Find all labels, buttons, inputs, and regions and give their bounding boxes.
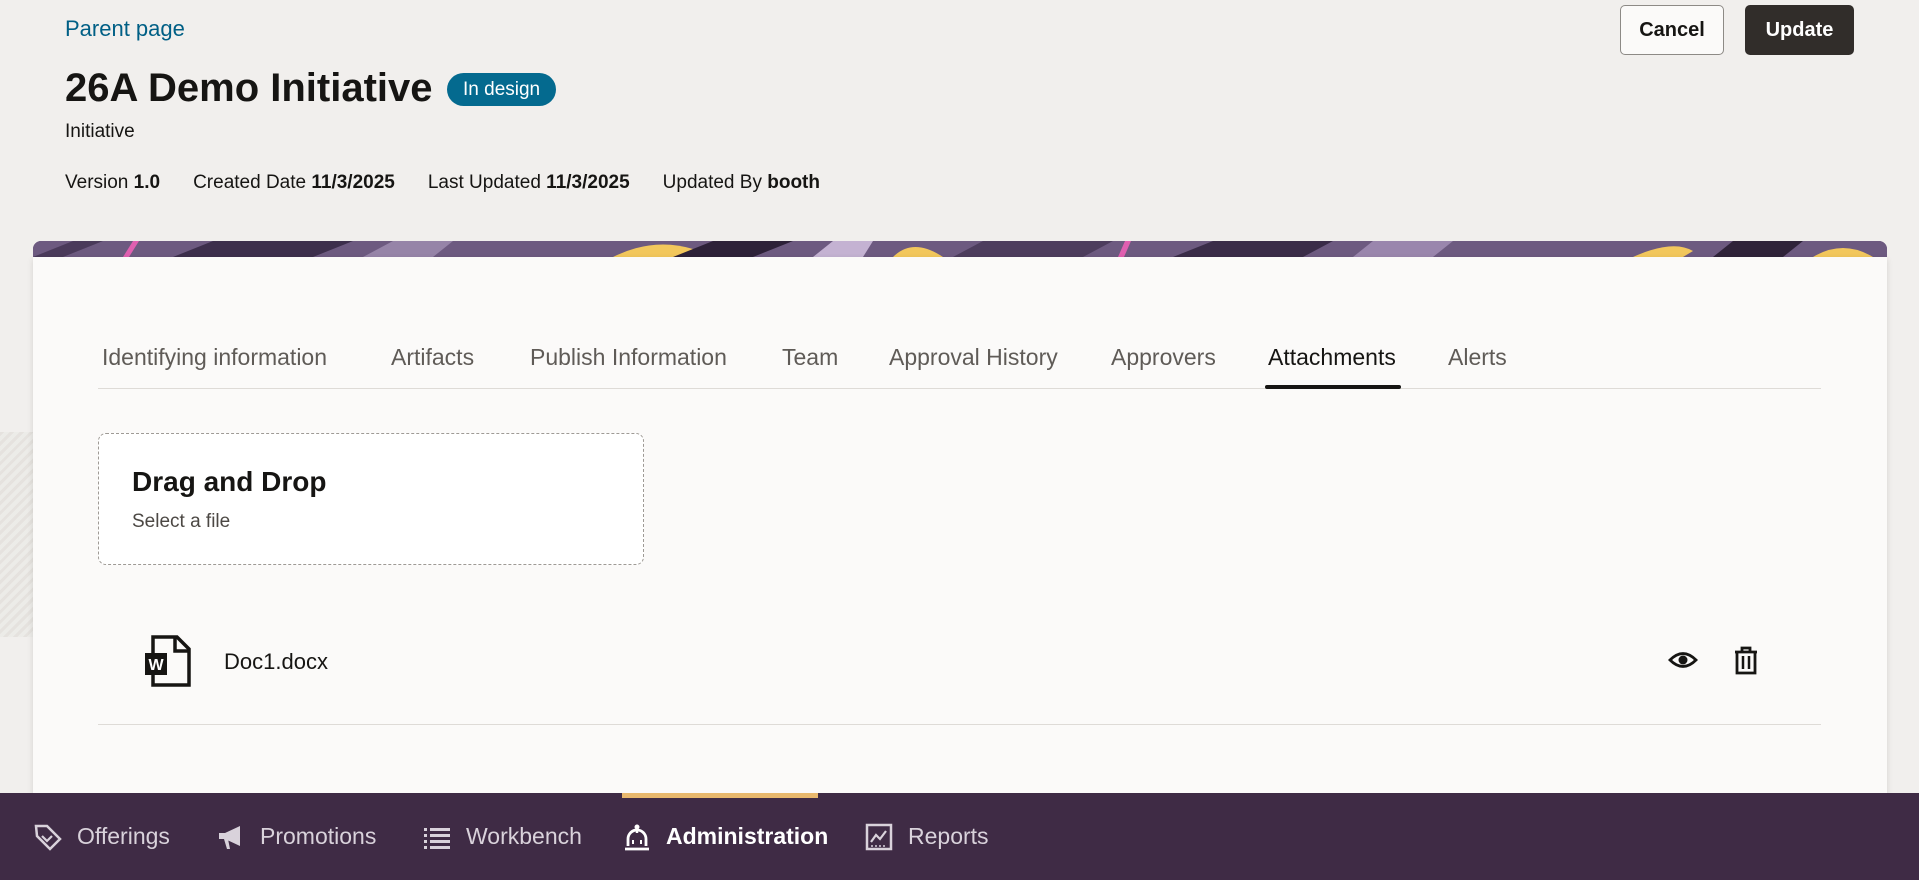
nav-reports[interactable]: Reports — [864, 793, 989, 880]
parent-page-link[interactable]: Parent page — [65, 16, 185, 42]
updated-label: Last Updated — [427, 172, 541, 193]
nav-offerings-label: Offerings — [77, 823, 170, 849]
report-icon — [865, 823, 893, 850]
tab-publish-information[interactable]: Publish Information — [530, 344, 727, 391]
megaphone-icon — [219, 825, 240, 849]
svg-text:W: W — [148, 657, 164, 674]
bottom-navigation: Offerings Promotions Workbench Administr… — [0, 793, 1919, 880]
dropzone-title: Drag and Drop — [132, 466, 327, 497]
tab-team[interactable]: Team — [782, 344, 838, 391]
tag-icon — [34, 824, 62, 851]
tab-attachments[interactable]: Attachments — [1268, 344, 1396, 391]
attachment-row: W Doc1.docx — [98, 625, 1821, 725]
page-title: 26A Demo Initiative — [65, 66, 433, 110]
update-button[interactable]: Update — [1745, 5, 1854, 55]
metadata-bar: Version 1.0 Created Date 11/3/2025 Last … — [65, 172, 820, 194]
nav-administration-label: Administration — [666, 823, 829, 849]
file-dropzone[interactable]: Drag and Drop Select a file — [98, 433, 644, 565]
active-tab-indicator — [1265, 385, 1401, 389]
nav-reports-label: Reports — [908, 823, 989, 849]
eye-icon[interactable] — [1668, 645, 1698, 675]
updated-by-value: booth — [767, 172, 820, 193]
version-label: Version — [65, 172, 129, 193]
updated-by-label: Updated By — [662, 172, 762, 193]
trash-icon[interactable] — [1731, 645, 1761, 675]
version-meta: Version 1.0 — [65, 172, 160, 194]
updated-meta: Last Updated 11/3/2025 — [428, 172, 630, 194]
page-subtitle: Initiative — [65, 121, 135, 142]
status-badge: In design — [447, 73, 557, 106]
nav-workbench[interactable]: Workbench — [422, 793, 582, 880]
nav-promotions-label: Promotions — [260, 823, 377, 849]
decorative-banner — [33, 241, 1887, 257]
admin-icon — [625, 824, 649, 850]
list-icon — [424, 827, 450, 849]
dropzone-select-file[interactable]: Select a file — [132, 511, 230, 533]
tab-approval-history[interactable]: Approval History — [889, 344, 1058, 391]
attachment-file-name[interactable]: Doc1.docx — [224, 649, 328, 675]
tab-approvers[interactable]: Approvers — [1111, 344, 1216, 391]
nav-offerings[interactable]: Offerings — [33, 793, 170, 880]
created-label: Created Date — [193, 172, 307, 193]
updated-value: 11/3/2025 — [546, 172, 630, 193]
version-value: 1.0 — [133, 172, 161, 193]
nav-workbench-label: Workbench — [466, 823, 582, 849]
tab-identifying-information[interactable]: Identifying information — [102, 344, 327, 391]
cancel-button[interactable]: Cancel — [1620, 5, 1724, 55]
word-document-icon: W — [145, 635, 191, 687]
created-value: 11/3/2025 — [311, 172, 395, 193]
tab-artifacts[interactable]: Artifacts — [391, 344, 474, 391]
nav-promotions[interactable]: Promotions — [216, 793, 376, 880]
banner-pattern — [33, 241, 1887, 257]
tab-bar: Identifying information Artifacts Publis… — [98, 320, 1821, 389]
tab-alerts[interactable]: Alerts — [1448, 344, 1507, 391]
updated-by-meta: Updated By booth — [663, 172, 820, 194]
created-meta: Created Date 11/3/2025 — [193, 172, 395, 194]
nav-administration[interactable]: Administration — [622, 793, 828, 880]
